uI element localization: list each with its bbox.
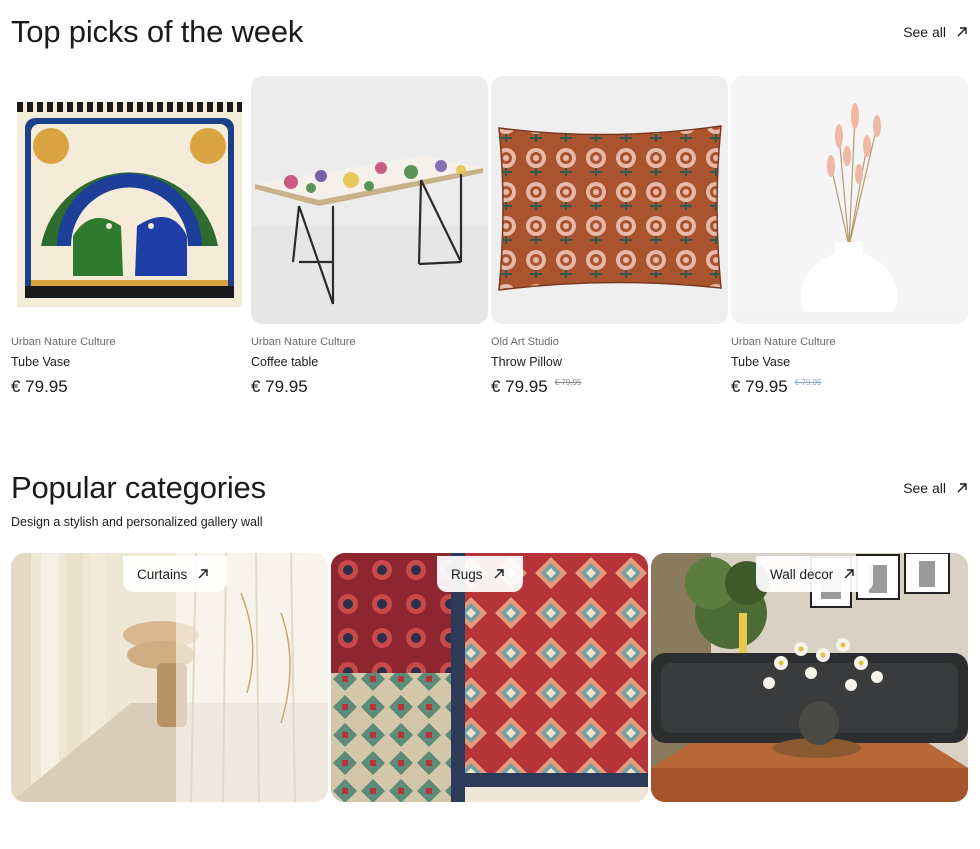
price-row: € 79.95 € 79.95 bbox=[731, 377, 968, 397]
category-label-curtains[interactable]: Curtains bbox=[123, 556, 228, 592]
product-price: € 79.95 bbox=[251, 377, 308, 396]
arrow-up-right-icon bbox=[494, 569, 504, 579]
product-list: Urban Nature Culture Tube Vase € 79.95 U… bbox=[11, 76, 968, 397]
price-row: € 79.95 bbox=[11, 377, 248, 397]
category-label-wall-decor[interactable]: Wall decor bbox=[756, 556, 874, 592]
see-all-label: See all bbox=[903, 480, 946, 496]
category-name: Curtains bbox=[137, 566, 188, 582]
product-name[interactable]: Tube Vase bbox=[731, 355, 968, 369]
product-brand: Urban Nature Culture bbox=[11, 336, 116, 348]
category-name: Rugs bbox=[451, 566, 483, 582]
product-brand: Old Art Studio bbox=[491, 336, 559, 348]
popular-categories-header: Popular categories See all bbox=[11, 470, 968, 506]
product-name[interactable]: Throw Pillow bbox=[491, 355, 728, 369]
product-price: € 79.95 bbox=[491, 377, 548, 396]
price-row: € 79.95 bbox=[251, 377, 488, 397]
top-picks-header: Top picks of the week See all bbox=[11, 14, 968, 50]
product-price: € 79.95 bbox=[731, 377, 788, 396]
arrow-up-right-icon bbox=[844, 569, 854, 579]
see-all-link[interactable]: See all bbox=[903, 24, 968, 40]
product-old-price: € 79.95 bbox=[554, 378, 582, 387]
product-image-tapestry[interactable] bbox=[11, 76, 248, 324]
product-card[interactable]: Urban Nature Culture Coffee table € 79.9… bbox=[251, 76, 488, 397]
product-card[interactable]: Urban Nature Culture Tube Vase € 79.95 bbox=[11, 76, 248, 397]
product-name[interactable]: Coffee table bbox=[251, 355, 488, 369]
category-tile-wall-decor[interactable]: Wall decor bbox=[651, 553, 968, 802]
see-all-label: See all bbox=[903, 24, 946, 40]
section-subtitle: Design a stylish and personalized galler… bbox=[11, 515, 263, 529]
product-old-price: € 79.95 bbox=[794, 378, 822, 387]
product-image-coffee-table[interactable] bbox=[251, 76, 488, 324]
product-name[interactable]: Tube Vase bbox=[11, 355, 248, 369]
product-card[interactable]: Urban Nature Culture Tube Vase € 79.95 €… bbox=[731, 76, 968, 397]
product-image-tube-vase[interactable] bbox=[731, 76, 968, 324]
product-brand: Urban Nature Culture bbox=[731, 336, 836, 348]
category-tile-curtains[interactable]: Curtains bbox=[11, 553, 328, 802]
product-image-throw-pillow[interactable] bbox=[491, 76, 728, 324]
section-title: Top picks of the week bbox=[11, 14, 304, 49]
product-price: € 79.95 bbox=[11, 377, 68, 396]
category-label-rugs[interactable]: Rugs bbox=[437, 556, 523, 592]
category-list: Curtains Rugs Wall decor bbox=[11, 553, 968, 802]
arrow-up-right-icon bbox=[957, 483, 967, 493]
see-all-link[interactable]: See all bbox=[903, 480, 968, 496]
category-tile-rugs[interactable]: Rugs bbox=[331, 553, 648, 802]
section-title: Popular categories bbox=[11, 470, 266, 505]
product-brand: Urban Nature Culture bbox=[251, 336, 356, 348]
price-row: € 79.95 € 79.95 bbox=[491, 377, 728, 397]
product-card[interactable]: Old Art Studio Throw Pillow € 79.95 € 79… bbox=[491, 76, 728, 397]
arrow-up-right-icon bbox=[957, 27, 967, 37]
category-name: Wall decor bbox=[770, 566, 834, 582]
arrow-up-right-icon bbox=[198, 569, 208, 579]
